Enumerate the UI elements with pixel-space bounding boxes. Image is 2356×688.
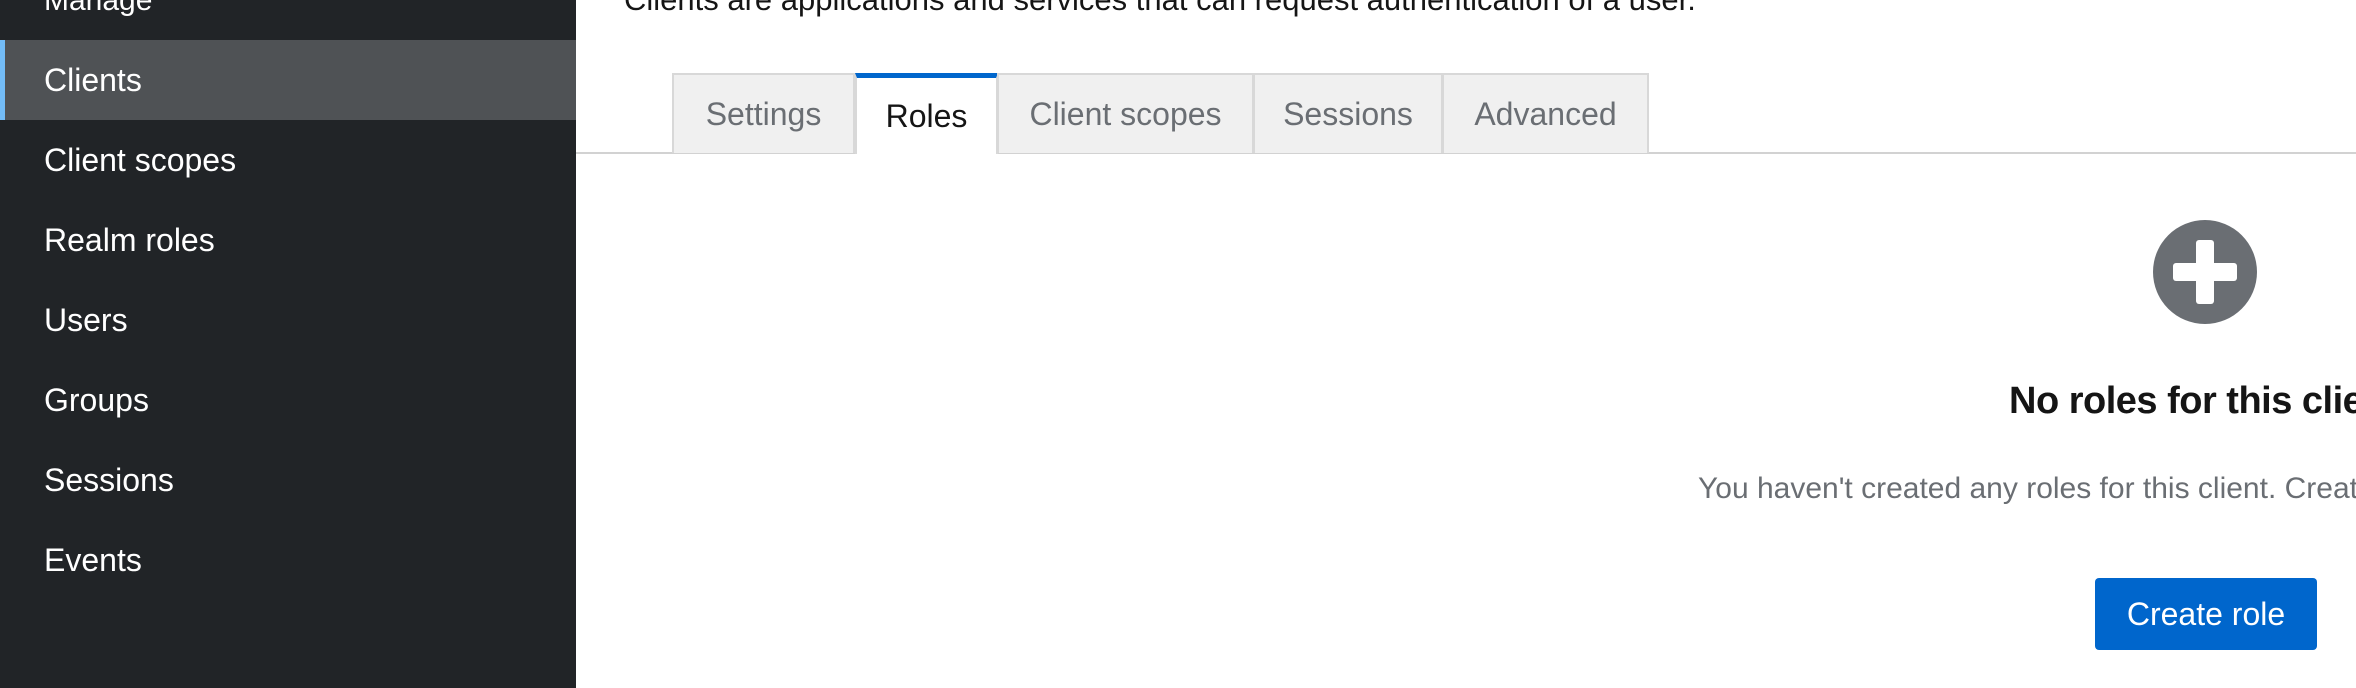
tab-label: Roles [885, 97, 968, 134]
tab-client-scopes[interactable]: Client scopes [997, 73, 1254, 153]
empty-state-title: No roles for this client [2009, 380, 2356, 422]
tab-sessions[interactable]: Sessions [1253, 73, 1443, 153]
sidebar-item-label: Users [44, 301, 128, 338]
sidebar-item-client-scopes[interactable]: Client scopes [0, 120, 576, 200]
main-content: Clients are applications and services th… [576, 0, 2356, 688]
empty-state-body: You haven't created any roles for this c… [1698, 472, 2356, 505]
tab-label: Sessions [1283, 95, 1413, 132]
sidebar: Manage Clients Client scopes Realm roles… [0, 0, 576, 688]
sidebar-item-label: Sessions [44, 461, 174, 498]
tab-label: Client scopes [1029, 95, 1222, 132]
nav-section-title-manage: Manage [44, 0, 153, 17]
sidebar-item-realm-roles[interactable]: Realm roles [0, 200, 576, 280]
tab-label: Advanced [1474, 95, 1617, 132]
sidebar-item-label: Groups [44, 381, 149, 418]
sidebar-item-label: Clients [44, 61, 142, 98]
tab-roles[interactable]: Roles [855, 73, 998, 154]
sidebar-item-label: Events [44, 541, 142, 578]
page-description: Clients are applications and services th… [624, 0, 1696, 16]
sidebar-item-groups[interactable]: Groups [0, 360, 576, 440]
app-window: Manage Clients Client scopes Realm roles… [0, 0, 2356, 688]
sidebar-item-events[interactable]: Events [0, 520, 576, 600]
sidebar-item-sessions[interactable]: Sessions [0, 440, 576, 520]
sidebar-item-users[interactable]: Users [0, 280, 576, 360]
tab-settings[interactable]: Settings [672, 73, 855, 153]
sidebar-item-label: Client scopes [44, 141, 237, 178]
sidebar-item-label: Realm roles [44, 221, 215, 258]
sidebar-item-clients[interactable]: Clients [0, 40, 576, 120]
tab-label: Settings [705, 95, 822, 132]
plus-circle-icon [2153, 220, 2257, 324]
create-role-button[interactable]: Create role [2095, 578, 2317, 650]
tab-advanced[interactable]: Advanced [1442, 73, 1649, 153]
